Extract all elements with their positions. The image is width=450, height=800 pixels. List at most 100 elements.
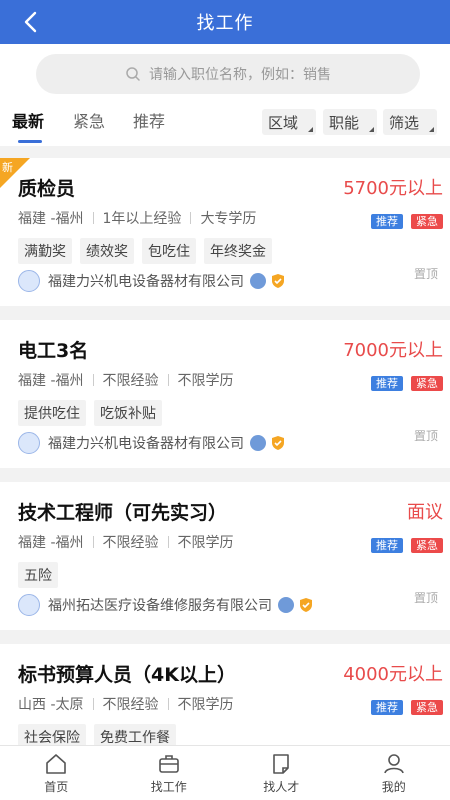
tabbar-find-job[interactable]: 找工作 <box>113 746 226 800</box>
app-header: 找工作 <box>0 0 450 44</box>
job-experience: 1年以上经验 <box>102 211 182 227</box>
urgent-tag: 紧急 <box>411 538 443 553</box>
benefit-tag: 提供吃住 <box>18 400 86 426</box>
company-row[interactable]: 福建力兴机电设备器材有限公司 <box>18 432 286 454</box>
shield-check-icon <box>272 274 284 288</box>
job-salary: 5700元以上 <box>343 178 443 199</box>
recommend-tag: 推荐 <box>371 538 403 553</box>
filter-region-label: 区域 <box>268 113 299 132</box>
recommend-tag: 推荐 <box>371 376 403 391</box>
chevron-left-icon <box>24 11 37 33</box>
job-meta: 福建 -福州 不限经验 不限学历 <box>18 370 234 390</box>
filter-function[interactable]: 职能 <box>323 109 377 135</box>
page-title: 找工作 <box>196 13 254 34</box>
shield-check-icon <box>272 436 284 450</box>
shield-check-icon <box>300 598 312 612</box>
job-meta: 山西 -太原 不限经验 不限学历 <box>18 694 234 714</box>
job-education: 不限学历 <box>177 535 234 551</box>
job-tags: 推荐 紧急 <box>371 376 443 391</box>
tabbar-home[interactable]: 首页 <box>0 746 113 800</box>
benefit-tag: 绩效奖 <box>80 238 134 264</box>
benefit-tag: 包吃住 <box>142 238 196 264</box>
dropdown-corner-icon <box>308 127 313 132</box>
tabbar-find-talent[interactable]: 找人才 <box>225 746 338 800</box>
company-name: 福州拓达医疗设备维修服务有限公司 <box>48 598 272 614</box>
job-card[interactable]: 电工3名 7000元以上 福建 -福州 不限经验 不限学历 推荐 紧急 提供吃住… <box>0 320 450 468</box>
search-bar: 请输入职位名称，例如：销售 <box>0 44 450 102</box>
company-row[interactable]: 福建力兴机电设备器材有限公司 <box>18 270 286 292</box>
job-benefits: 提供吃住 吃饭补贴 <box>18 400 162 426</box>
verified-badge-icon <box>250 435 266 451</box>
pinned-label: 置顶 <box>413 429 438 443</box>
home-icon <box>46 753 67 774</box>
tabbar-find-talent-label: 找人才 <box>263 779 300 794</box>
job-benefits: 五险 <box>18 562 58 588</box>
pinned-label: 置顶 <box>413 267 438 281</box>
tabbar-mine-label: 我的 <box>381 779 406 794</box>
dropdown-corner-icon <box>429 127 434 132</box>
job-location: 山西 -太原 <box>18 697 84 713</box>
job-title: 技术工程师（可先实习） <box>18 502 228 524</box>
job-experience: 不限经验 <box>102 535 159 551</box>
tabbar-home-label: 首页 <box>44 779 69 794</box>
job-card[interactable]: 新 质检员 5700元以上 福建 -福州 1年以上经验 大专学历 推荐 紧急 满… <box>0 158 450 306</box>
job-education: 不限学历 <box>177 373 234 389</box>
benefit-tag: 满勤奖 <box>18 238 72 264</box>
filter-more[interactable]: 筛选 <box>383 109 437 135</box>
verified-badge-icon <box>278 597 294 613</box>
job-salary: 4000元以上 <box>343 664 443 685</box>
tab-urgent[interactable]: 紧急 <box>73 108 105 132</box>
job-experience: 不限经验 <box>102 697 159 713</box>
recommend-tag: 推荐 <box>371 700 403 715</box>
job-title: 电工3名 <box>18 340 89 362</box>
job-salary: 7000元以上 <box>343 340 443 361</box>
user-icon <box>383 753 404 773</box>
tab-latest[interactable]: 最新 <box>12 108 44 132</box>
recommend-tag: 推荐 <box>371 214 403 229</box>
bottom-tab-bar: 首页 找工作 找人才 我的 <box>0 745 450 800</box>
job-title: 标书预算人员（4K以上） <box>18 664 236 686</box>
urgent-tag: 紧急 <box>411 376 443 391</box>
job-education: 不限学历 <box>177 697 234 713</box>
company-logo <box>18 432 40 454</box>
job-location: 福建 -福州 <box>18 211 84 227</box>
filter-region[interactable]: 区域 <box>262 109 316 135</box>
benefit-tag: 免费工作餐 <box>94 724 176 745</box>
document-icon <box>273 753 290 774</box>
tabbar-find-job-label: 找工作 <box>150 779 187 794</box>
filter-more-label: 筛选 <box>389 113 420 132</box>
job-benefits: 社会保险 免费工作餐 <box>18 724 176 745</box>
tab-indicator <box>18 140 42 143</box>
job-meta: 福建 -福州 1年以上经验 大专学历 <box>18 208 256 228</box>
job-location: 福建 -福州 <box>18 535 84 551</box>
job-experience: 不限经验 <box>102 373 159 389</box>
job-tags: 推荐 紧急 <box>371 700 443 715</box>
benefit-tag: 吃饭补贴 <box>94 400 162 426</box>
job-education: 大专学历 <box>200 211 257 227</box>
job-title: 质检员 <box>18 178 76 200</box>
job-card[interactable]: 标书预算人员（4K以上） 4000元以上 山西 -太原 不限经验 不限学历 推荐… <box>0 644 450 745</box>
job-benefits: 满勤奖 绩效奖 包吃住 年终奖金 <box>18 238 272 264</box>
company-logo <box>18 594 40 616</box>
benefit-tag: 年终奖金 <box>204 238 272 264</box>
job-salary: 面议 <box>407 502 443 523</box>
filter-function-label: 职能 <box>329 113 360 132</box>
company-row[interactable]: 福州拓达医疗设备维修服务有限公司 <box>18 594 314 616</box>
verified-badge-icon <box>250 273 266 289</box>
tab-recommend[interactable]: 推荐 <box>133 108 165 132</box>
urgent-tag: 紧急 <box>411 700 443 715</box>
job-meta: 福建 -福州 不限经验 不限学历 <box>18 532 234 552</box>
pinned-label: 置顶 <box>413 591 438 605</box>
company-name: 福建力兴机电设备器材有限公司 <box>48 436 244 452</box>
job-card[interactable]: 技术工程师（可先实习） 面议 福建 -福州 不限经验 不限学历 推荐 紧急 五险… <box>0 482 450 630</box>
company-logo <box>18 270 40 292</box>
dropdown-corner-icon <box>369 127 374 132</box>
back-button[interactable] <box>14 6 46 38</box>
tabbar-mine[interactable]: 我的 <box>338 746 450 800</box>
job-tags: 推荐 紧急 <box>371 538 443 553</box>
benefit-tag: 五险 <box>18 562 58 588</box>
benefit-tag: 社会保险 <box>18 724 86 745</box>
search-input[interactable]: 请输入职位名称，例如：销售 <box>36 54 420 94</box>
new-badge-label: 新 <box>2 161 13 174</box>
job-location: 福建 -福州 <box>18 373 84 389</box>
